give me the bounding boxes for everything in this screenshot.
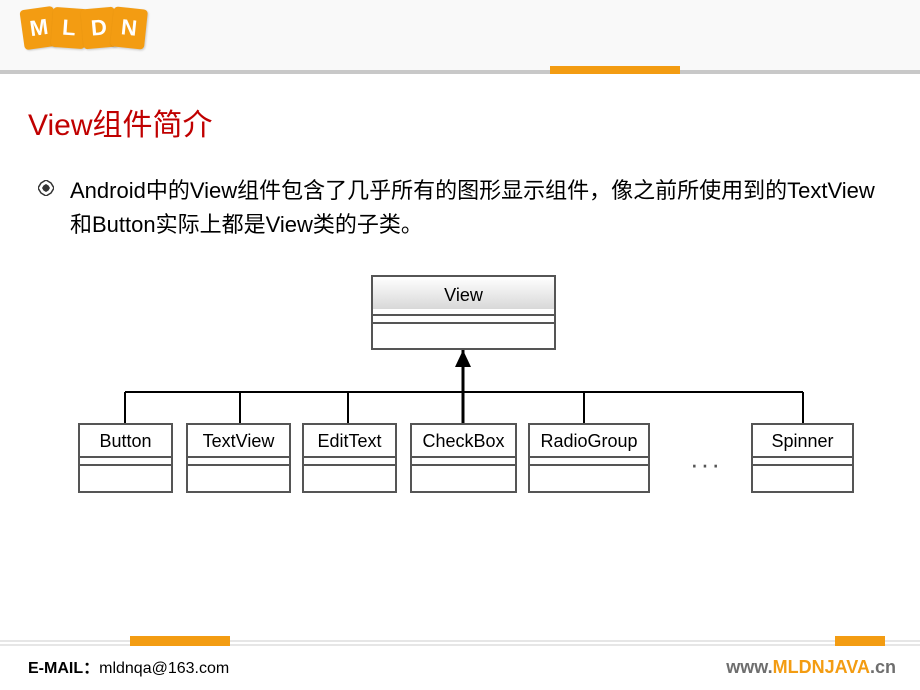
footer: E-MAIL：mldnqa@163.com www.MLDNJAVA.cn [0,630,920,690]
class-divider [412,456,515,464]
body-paragraph: Android中的View组件包含了几乎所有的图形显示组件，像之前所使用到的Te… [38,174,892,242]
class-divider [188,456,289,464]
class-divider [80,464,171,472]
class-divider [530,464,648,472]
class-label: RadioGroup [530,425,648,456]
site-prefix: www. [726,657,772,677]
site-name: MLDNJAVA [773,657,870,677]
bullet-icon [38,180,54,201]
mldn-logo: M L D N [22,8,142,48]
class-label: EditText [304,425,395,456]
class-label: CheckBox [412,425,515,456]
email-value: mldnqa@163.com [99,660,229,677]
class-divider [373,322,554,330]
class-divider [530,456,648,464]
site-suffix: .cn [870,657,896,677]
ellipsis: ··· [690,449,722,480]
class-node-checkbox: CheckBox [410,423,517,493]
class-divider [188,464,289,472]
class-node-textview: TextView [186,423,291,493]
class-divider [304,464,395,472]
class-node-spinner: Spinner [751,423,854,493]
logo-letter: N [110,6,148,49]
class-label: TextView [188,425,289,456]
header-accent [550,66,680,74]
class-divider [753,456,852,464]
class-label: Spinner [753,425,852,456]
email-label: E-MAIL： [28,660,99,677]
class-node-edittext: EditText [302,423,397,493]
class-divider [373,314,554,322]
class-divider [304,456,395,464]
class-divider [412,464,515,472]
class-label: Button [80,425,171,456]
website-url: www.MLDNJAVA.cn [726,657,896,678]
slide-content: View组件简介 Android中的View组件包含了几乎所有的图形显示组件，像… [0,76,920,242]
class-divider [753,464,852,472]
class-diagram: View Button TextView EditText CheckBox R… [78,275,868,505]
footer-accent [835,636,885,646]
body-text: Android中的View组件包含了几乎所有的图形显示组件，像之前所使用到的Te… [70,174,892,242]
slide-title: View组件简介 [28,100,892,144]
footer-accent [130,636,230,646]
class-divider [80,456,171,464]
class-node-view: View [371,275,556,350]
email-contact: E-MAIL：mldnqa@163.com [28,654,229,678]
class-node-button: Button [78,423,173,493]
class-label: View [373,277,554,314]
class-node-radiogroup: RadioGroup [528,423,650,493]
header-bar: M L D N [0,0,920,76]
